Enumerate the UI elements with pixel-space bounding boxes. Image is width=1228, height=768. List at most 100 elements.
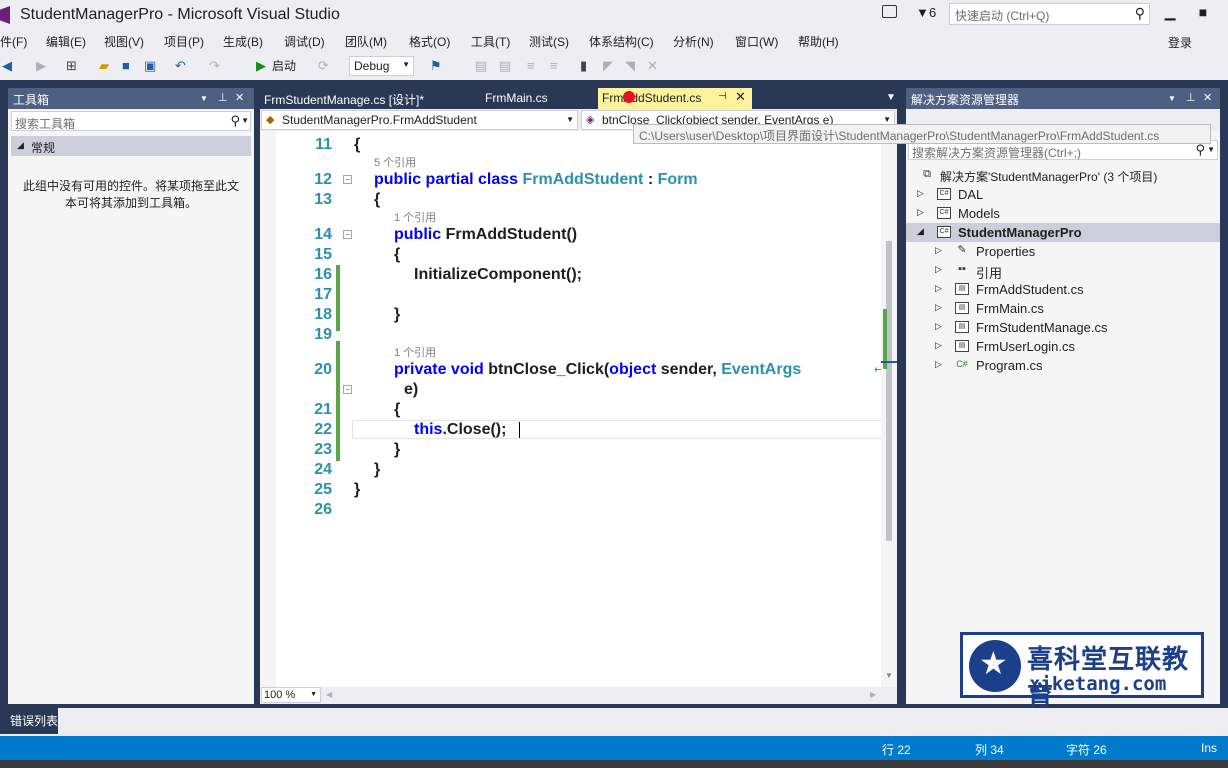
refresh-icon[interactable]: ⟳ — [318, 58, 329, 74]
zoom-level-select[interactable]: 100 % ▼ — [261, 687, 321, 703]
menu-analyze[interactable]: 分析(N) — [673, 33, 714, 50]
tree-item-project[interactable]: ▷ C# DAL — [906, 185, 1220, 204]
line-number: 14 — [314, 226, 332, 243]
chevron-down-icon[interactable]: ▼ — [241, 116, 249, 125]
tree-item-folder[interactable]: ▷ ▪▪ 引用 — [906, 261, 1220, 282]
collapse-icon[interactable]: − — [343, 175, 352, 184]
scroll-right-icon[interactable]: ▶ — [870, 690, 876, 699]
minimize-button[interactable]: ▁ — [1160, 4, 1180, 21]
menu-architecture[interactable]: 体系结构(C) — [589, 33, 654, 50]
new-project-icon[interactable]: ⊞ — [66, 58, 77, 74]
menu-view[interactable]: 视图(V) — [104, 33, 144, 50]
forward-icon[interactable]: ▶ — [36, 58, 46, 74]
menu-team[interactable]: 团队(M) — [345, 33, 387, 50]
clear-bookmarks-icon[interactable]: ✕ — [647, 58, 658, 74]
collapse-icon[interactable]: − — [343, 230, 352, 239]
comment-icon[interactable]: ≡ — [527, 58, 535, 74]
scrollbar-thumb[interactable] — [886, 241, 892, 541]
expand-arrow-icon[interactable]: ▷ — [935, 302, 942, 313]
panel-menu-icon[interactable]: ▼ — [1168, 94, 1176, 103]
notification-icon[interactable] — [882, 5, 897, 18]
feedback-flag-icon[interactable]: ▼ — [916, 5, 929, 20]
expand-arrow-icon[interactable]: ▷ — [935, 245, 942, 256]
menu-help[interactable]: 帮助(H) — [798, 33, 839, 50]
uncomment-icon[interactable]: ≡ — [550, 58, 558, 74]
line-number: 23 — [314, 441, 332, 458]
quick-launch-input[interactable]: 快速启动 (Ctrl+Q) ⚲ — [949, 3, 1150, 25]
toolbox-group-label: 常规 — [31, 141, 56, 155]
chevron-down-icon[interactable]: ▼ — [1207, 145, 1215, 154]
codelens-references[interactable]: 1 个引用 — [394, 209, 436, 225]
save-icon[interactable]: ■ — [122, 58, 130, 74]
tree-item-file[interactable]: ▷ C# Program.cs — [906, 356, 1220, 375]
start-debug-icon[interactable]: ▶ — [256, 58, 266, 74]
collapse-icon[interactable]: − — [343, 385, 352, 394]
menu-build[interactable]: 生成(B) — [223, 33, 263, 50]
codelens-references[interactable]: 1 个引用 — [394, 344, 436, 360]
menu-test[interactable]: 测试(S) — [529, 33, 569, 50]
line-number: 17 — [314, 286, 332, 303]
menu-file[interactable]: 件(F) — [0, 33, 27, 50]
sign-in-link[interactable]: 登录 — [1168, 34, 1192, 51]
vertical-scrollbar[interactable]: ▲ ▼ — [881, 131, 897, 687]
back-icon[interactable]: ◀ — [2, 58, 12, 74]
next-bookmark-icon[interactable]: ◥ — [625, 58, 635, 74]
find-in-files-icon[interactable]: ⚑ — [430, 58, 442, 74]
scroll-down-icon[interactable]: ▼ — [885, 671, 893, 680]
open-file-icon[interactable]: ▰ — [99, 58, 109, 74]
close-icon[interactable]: ✕ — [235, 91, 244, 104]
bookmark-icon[interactable]: ▮ — [580, 58, 587, 74]
codelens-references[interactable]: 5 个引用 — [374, 154, 416, 170]
panel-menu-icon[interactable]: ▼ — [200, 94, 208, 103]
menu-tools[interactable]: 工具(T) — [471, 33, 510, 50]
expand-arrow-icon[interactable]: ▷ — [935, 264, 942, 275]
class-dropdown[interactable]: ◆ StudentManagerPro.FrmAddStudent ▼ — [261, 110, 578, 130]
menu-edit[interactable]: 编辑(E) — [46, 33, 86, 50]
pin-icon[interactable]: ⊣ — [718, 91, 727, 102]
form-file-icon: ▤ — [955, 340, 969, 352]
expand-arrow-icon[interactable]: ▷ — [935, 283, 942, 294]
tab-frm-add-student[interactable]: FrmAddStudent.cs ⊣ ✕ — [598, 88, 752, 109]
tree-item-project[interactable]: ▷ C# Models — [906, 204, 1220, 223]
menu-project[interactable]: 项目(P) — [164, 33, 204, 50]
tree-item-folder[interactable]: ▷ ✎ Properties — [906, 242, 1220, 261]
close-icon[interactable]: ✕ — [735, 89, 746, 105]
redo-icon[interactable]: ↷ — [209, 58, 220, 74]
pin-icon[interactable]: ⊥ — [1186, 91, 1196, 104]
close-icon[interactable]: ✕ — [1203, 91, 1212, 104]
toolbox-search-input[interactable]: 搜索工具箱 ⚲ ▼ — [11, 111, 251, 131]
expand-arrow-icon[interactable]: ▷ — [935, 340, 942, 351]
toolbox-group-general[interactable]: ◢ 常规 — [11, 136, 251, 156]
tree-item-file[interactable]: ▷ ▤ FrmAddStudent.cs — [906, 280, 1220, 299]
tree-item-solution[interactable]: ⧉ 解决方案'StudentManagerPro' (3 个项目) — [906, 166, 1220, 185]
scroll-left-icon[interactable]: ◀ — [326, 690, 332, 699]
align-icon[interactable]: ▤ — [475, 58, 487, 74]
solution-configuration-select[interactable]: Debug ▼ — [349, 56, 414, 76]
save-all-icon[interactable]: ▣ — [144, 58, 156, 74]
menu-debug[interactable]: 调试(D) — [284, 33, 325, 50]
code-editor[interactable]: 11 12 13 14 15 16 17 18 19 20 21 22 23 2… — [260, 131, 897, 687]
tree-item-file[interactable]: ▷ ▤ FrmUserLogin.cs — [906, 337, 1220, 356]
pin-icon[interactable]: ⊥ — [218, 91, 228, 104]
expand-arrow-icon[interactable]: ▷ — [935, 359, 942, 370]
tab-frm-main[interactable]: FrmMain.cs — [485, 88, 548, 109]
collapse-arrow-icon[interactable]: ◢ — [917, 226, 924, 237]
tree-item-label: Properties — [976, 244, 1036, 259]
align-icon-2[interactable]: ▤ — [499, 58, 511, 74]
splitter[interactable] — [897, 88, 906, 706]
menu-window[interactable]: 窗口(W) — [735, 33, 778, 50]
tree-item-file[interactable]: ▷ ▤ FrmMain.cs — [906, 299, 1220, 318]
prev-bookmark-icon[interactable]: ◤ — [603, 58, 613, 74]
expand-arrow-icon[interactable]: ▷ — [935, 321, 942, 332]
menu-format[interactable]: 格式(O) — [409, 33, 450, 50]
error-list-tab[interactable]: 错误列表 — [0, 708, 58, 734]
expand-arrow-icon[interactable]: ▷ — [917, 207, 924, 218]
expand-arrow-icon[interactable]: ▷ — [917, 188, 924, 199]
tab-frm-student-manage-design[interactable]: FrmStudentManage.cs [设计]* — [264, 88, 424, 109]
tree-item-project-selected[interactable]: ◢ C# StudentManagerPro — [906, 223, 1220, 242]
tree-item-file[interactable]: ▷ ▤ FrmStudentManage.cs — [906, 318, 1220, 337]
undo-icon[interactable]: ↶ — [175, 58, 186, 74]
maximize-button[interactable]: ■ — [1193, 4, 1213, 20]
tab-overflow-icon[interactable]: ▼ — [886, 92, 896, 103]
indicator-margin[interactable] — [260, 131, 276, 687]
